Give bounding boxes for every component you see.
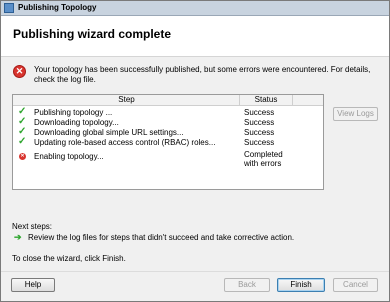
status-cell: Success xyxy=(244,128,275,137)
wizard-window: Publishing Topology Publishing wizard co… xyxy=(0,0,390,302)
title-bar[interactable]: Publishing Topology xyxy=(1,1,389,16)
table-row: ✓ Updating role-based access control (RB… xyxy=(13,136,323,148)
steps-table: Step Status ✓ Publishing topology ... Su… xyxy=(12,94,324,190)
footer-divider xyxy=(1,271,389,272)
table-row: ✓ Downloading global simple URL settings… xyxy=(13,127,323,138)
window-title: Publishing Topology xyxy=(18,3,97,12)
view-logs-button[interactable]: View Logs xyxy=(333,107,378,121)
next-steps-label: Next steps: xyxy=(12,222,53,231)
green-arrow-icon: ➔ xyxy=(14,232,22,242)
table-row: ✓ Publishing topology ... Success xyxy=(13,107,323,118)
step-cell: Updating role-based access control (RBAC… xyxy=(34,138,216,147)
error-icon: ✕ xyxy=(13,65,26,78)
help-button[interactable]: Help xyxy=(11,278,55,292)
table-row: ✕ Enabling topology... Completed with er… xyxy=(13,150,323,170)
table-row: ✓ Downloading topology... Success xyxy=(13,117,323,128)
status-cell: Success xyxy=(244,118,275,127)
cancel-button[interactable]: Cancel xyxy=(333,278,378,292)
app-icon xyxy=(4,3,14,13)
close-hint: To close the wizard, click Finish. xyxy=(12,254,126,263)
column-header-status[interactable]: Status xyxy=(240,95,293,105)
step-cell: Downloading global simple URL settings..… xyxy=(34,128,184,137)
error-icon: ✕ xyxy=(19,153,26,160)
page-title: Publishing wizard complete xyxy=(13,27,172,41)
step-cell: Enabling topology... xyxy=(34,152,104,161)
step-cell: Downloading topology... xyxy=(34,118,119,127)
table-header: Step Status xyxy=(13,95,323,106)
status-cell: Success xyxy=(244,138,275,147)
finish-button[interactable]: Finish xyxy=(277,278,325,292)
next-step-item: Review the log files for steps that didn… xyxy=(28,233,295,242)
status-cell: Success xyxy=(244,108,275,117)
status-cell: Completed with errors xyxy=(244,150,283,168)
success-check-icon: ✓ xyxy=(18,136,27,147)
back-button[interactable]: Back xyxy=(224,278,270,292)
summary-message: Your topology has been successfully publ… xyxy=(34,65,371,84)
step-cell: Publishing topology ... xyxy=(34,108,113,117)
column-header-step[interactable]: Step xyxy=(14,95,240,105)
wizard-header: Publishing wizard complete xyxy=(1,16,389,57)
